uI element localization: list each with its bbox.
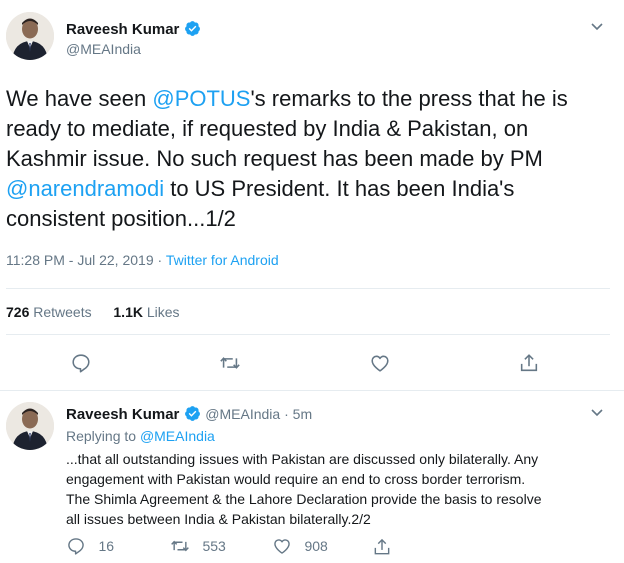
retweet-icon — [171, 540, 189, 552]
author-name[interactable]: Raveesh Kumar — [66, 21, 179, 38]
reply-icon — [68, 538, 84, 555]
likes-stat[interactable]: 1.1K Likes — [113, 304, 179, 320]
reply-count: 16 — [98, 538, 115, 554]
reply-header: Raveesh Kumar @MEAIndia · 5m — [66, 406, 313, 423]
share-icon[interactable] — [518, 352, 540, 374]
retweets-stat[interactable]: 726 Retweets — [6, 304, 92, 320]
verified-badge-icon — [184, 406, 200, 421]
avatar-photo — [6, 402, 54, 450]
verified-badge-icon — [184, 21, 200, 36]
tweet-text-line: consistent position...1/2 — [6, 206, 236, 231]
reply-text-line: ...that all outstanding issues with Paki… — [66, 451, 539, 467]
tweet-text-line: Kashmir issue. No such request has been … — [6, 146, 543, 171]
like-count: 908 — [304, 538, 328, 554]
chevron-down-icon[interactable] — [590, 22, 604, 32]
reply-retweet-button[interactable]: 553 — [170, 536, 226, 556]
retweet-count: 553 — [202, 538, 226, 554]
tweet-text: We have seen @POTUS's remarks to the pre… — [6, 84, 606, 234]
tweet-stats: 726 Retweets 1.1K Likes — [6, 304, 180, 320]
heart-icon — [274, 539, 290, 554]
tweet-meta: 11:28 PM - Jul 22, 2019 · Twitter for An… — [6, 252, 279, 268]
author-name-row: Raveesh Kumar — [66, 20, 201, 39]
reply-author-avatar[interactable] — [6, 402, 54, 450]
tweet-text-line: ready to mediate, if requested by India … — [6, 116, 529, 141]
reply-icon[interactable] — [70, 352, 92, 374]
tweet-text-line: We have seen @POTUS's remarks to the pre… — [6, 86, 568, 111]
retweet-icon[interactable] — [219, 352, 241, 374]
divider — [6, 334, 610, 335]
author-handle[interactable]: @MEAIndia — [66, 41, 141, 57]
reply-text-line: The Shimla Agreement & the Lahore Declar… — [66, 491, 542, 507]
reply-like-button[interactable]: 908 — [272, 536, 328, 556]
reply-reply-button[interactable]: 16 — [66, 536, 114, 556]
reply-timestamp[interactable]: 5m — [293, 406, 312, 422]
share-icon[interactable] — [372, 537, 392, 557]
reply-author-name[interactable]: Raveesh Kumar — [66, 406, 179, 423]
chevron-down-icon[interactable] — [590, 408, 604, 418]
tweet-text-line: @narendramodi to US President. It has be… — [6, 176, 515, 201]
reply-text: ...that all outstanding issues with Paki… — [66, 449, 542, 529]
heart-icon[interactable] — [369, 352, 391, 374]
divider — [0, 390, 624, 391]
mention-potus-link[interactable]: @POTUS — [152, 86, 250, 111]
mention-narendramodi-link[interactable]: @narendramodi — [6, 176, 164, 201]
reply-text-line: all issues between India & Pakistan bila… — [66, 511, 371, 527]
reply-text-line: engagement with Pakistan would require a… — [66, 471, 526, 487]
divider — [6, 288, 610, 289]
avatar-photo — [6, 12, 54, 60]
replying-to: Replying to @MEAIndia — [66, 428, 215, 444]
reply-author-handle[interactable]: @MEAIndia — [205, 406, 280, 422]
replying-to-handle-link[interactable]: @MEAIndia — [140, 428, 215, 444]
author-avatar[interactable] — [6, 12, 54, 60]
tweet-timestamp[interactable]: 11:28 PM - Jul 22, 2019 — [6, 252, 154, 268]
tweet-source-link[interactable]: Twitter for Android — [166, 252, 279, 268]
